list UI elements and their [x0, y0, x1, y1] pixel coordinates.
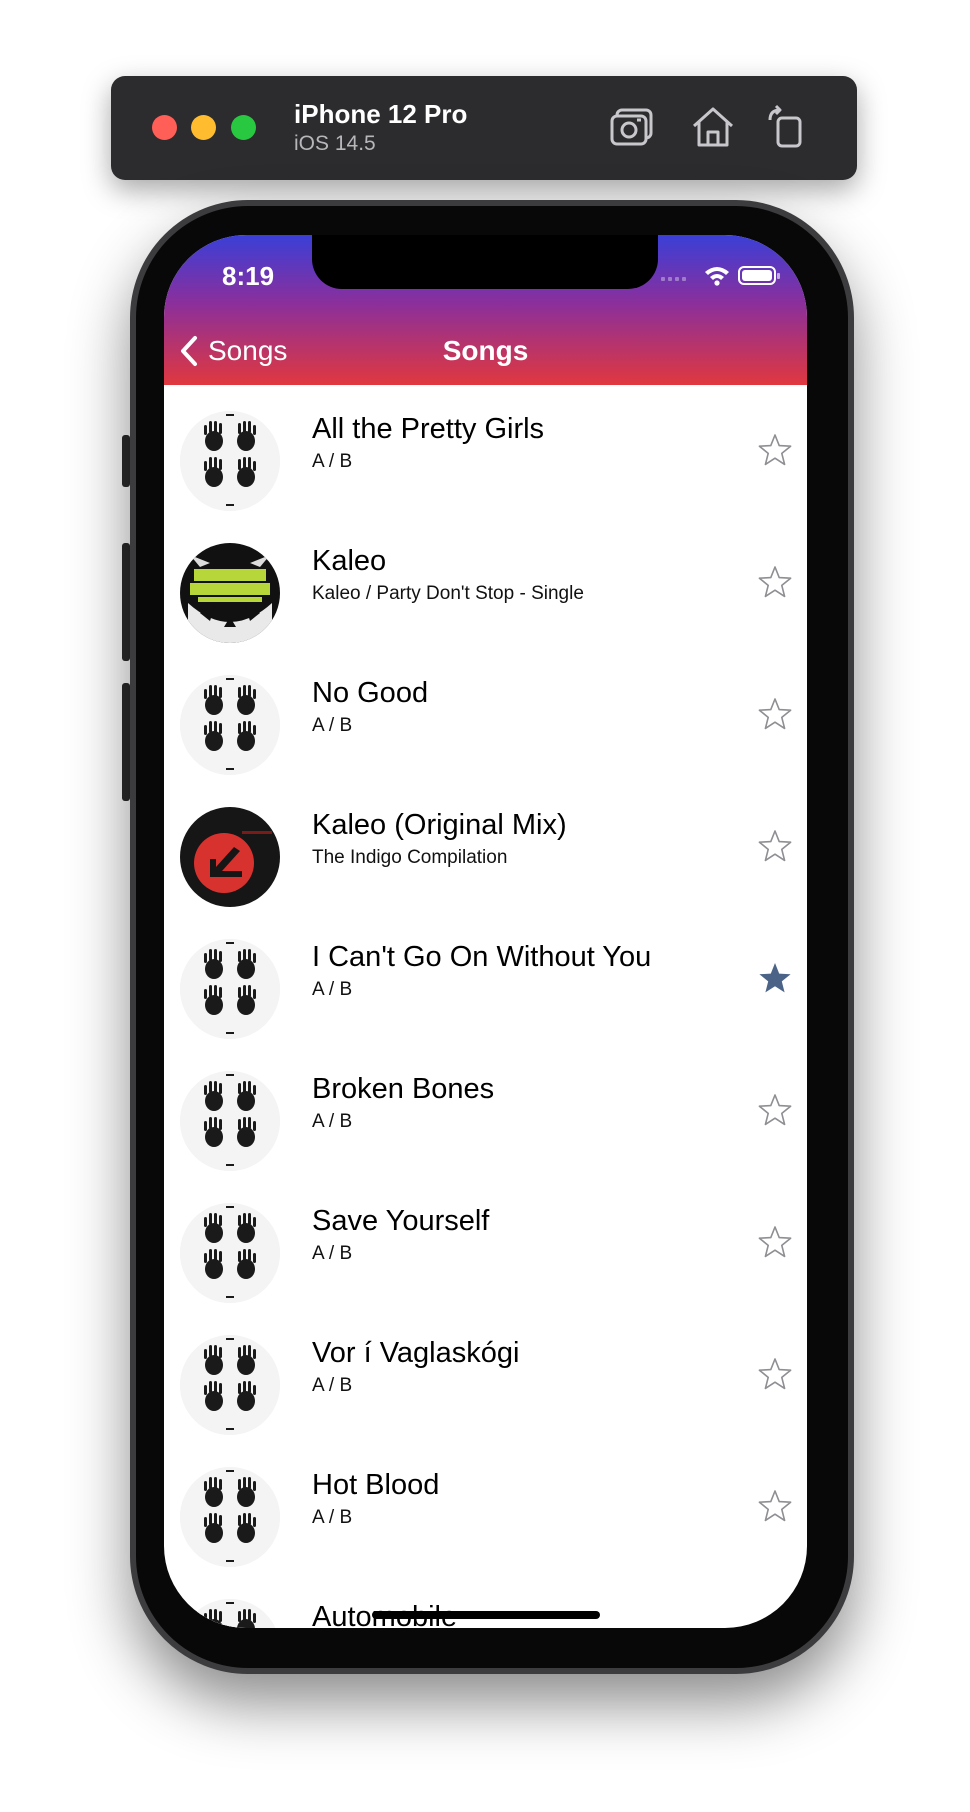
song-title: No Good [312, 677, 429, 709]
volume-up-button [122, 543, 130, 661]
volume-down-button [122, 683, 130, 801]
screenshot-icon[interactable] [609, 104, 659, 150]
album-art [180, 1335, 280, 1435]
song-row[interactable]: Vor í Vaglaskógi A / B [164, 1309, 807, 1441]
album-art [180, 1071, 280, 1171]
song-title: All the Pretty Girls [312, 413, 545, 445]
device-screen: 8:19 Songs Songs All the Pretty Girls A … [164, 235, 807, 1628]
status-time: 8:19 [222, 261, 275, 291]
song-title: Broken Bones [312, 1073, 495, 1105]
song-subtitle: A / B [312, 1243, 353, 1264]
song-title: I Can't Go On Without You [312, 941, 652, 973]
star-outline-icon[interactable] [758, 829, 792, 863]
star-outline-icon[interactable] [758, 1489, 792, 1523]
rotate-icon[interactable] [762, 104, 812, 150]
minimize-window-button[interactable] [191, 115, 216, 140]
album-art [180, 1599, 280, 1628]
signal-icon [661, 277, 686, 281]
song-row[interactable]: Kaleo Kaleo / Party Don't Stop - Single [164, 517, 807, 649]
star-filled-icon[interactable] [758, 961, 792, 995]
album-art [180, 1467, 280, 1567]
song-title: Kaleo (Original Mix) [312, 809, 567, 841]
album-art [180, 807, 280, 907]
song-row[interactable]: No Good A / B [164, 649, 807, 781]
album-art [180, 939, 280, 1039]
song-title: Hot Blood [312, 1469, 440, 1501]
song-row[interactable]: Save Yourself A / B [164, 1177, 807, 1309]
album-art [180, 675, 280, 775]
song-subtitle: A / B [312, 1507, 353, 1528]
home-indicator[interactable] [372, 1611, 600, 1619]
song-row[interactable]: All the Pretty Girls A / B [164, 385, 807, 517]
star-outline-icon[interactable] [758, 565, 792, 599]
star-outline-icon[interactable] [758, 1225, 792, 1259]
song-subtitle: The Indigo Compilation [312, 847, 508, 868]
page-title: Songs [442, 335, 529, 366]
song-subtitle: A / B [312, 979, 353, 1000]
song-row[interactable]: Broken Bones A / B [164, 1045, 807, 1177]
song-title: Kaleo [312, 545, 387, 577]
album-art [180, 543, 280, 643]
song-title: Vor í Vaglaskógi [312, 1337, 520, 1369]
album-art [180, 411, 280, 511]
device-name: iPhone 12 Pro [294, 99, 468, 129]
status-icons [661, 263, 781, 287]
song-subtitle: A / B [312, 451, 353, 472]
song-row[interactable]: I Can't Go On Without You A / B [164, 913, 807, 1045]
song-subtitle: A / B [312, 1111, 353, 1132]
song-row[interactable]: Automobile [164, 1573, 807, 1628]
home-icon[interactable] [688, 104, 738, 150]
navigation-header: 8:19 Songs Songs [164, 235, 807, 385]
close-window-button[interactable] [152, 115, 177, 140]
song-subtitle: A / B [312, 1375, 353, 1396]
mute-switch [122, 435, 130, 487]
star-outline-icon[interactable] [758, 1357, 792, 1391]
song-row[interactable]: Kaleo (Original Mix) The Indigo Compilati… [164, 781, 807, 913]
song-subtitle: A / B [312, 715, 353, 736]
os-version: iOS 14.5 [294, 132, 376, 155]
battery-icon [738, 266, 780, 285]
star-outline-icon[interactable] [758, 433, 792, 467]
star-outline-icon[interactable] [758, 1621, 792, 1628]
album-art [180, 1203, 280, 1303]
star-outline-icon[interactable] [758, 697, 792, 731]
wifi-icon [705, 267, 729, 286]
song-title: Save Yourself [312, 1205, 490, 1237]
zoom-window-button[interactable] [231, 115, 256, 140]
simulator-toolbar [111, 76, 857, 180]
song-subtitle: Kaleo / Party Don't Stop - Single [312, 583, 584, 604]
notch [312, 235, 658, 289]
song-row[interactable]: Hot Blood A / B [164, 1441, 807, 1573]
star-outline-icon[interactable] [758, 1093, 792, 1127]
